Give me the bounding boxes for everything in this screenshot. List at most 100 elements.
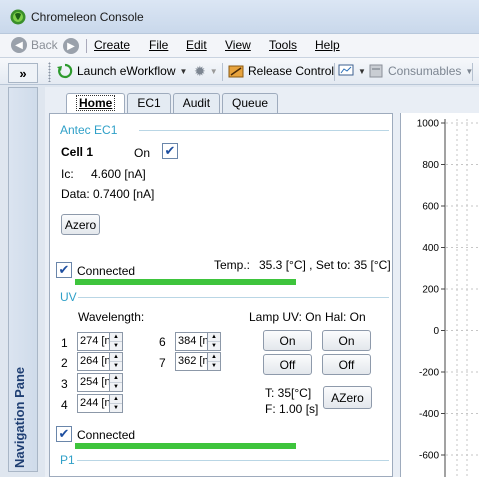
launch-eworkflow-button[interactable]: Launch eWorkflow ▼ (57, 63, 187, 79)
plot-area-svg: 1000 800 600 400 200 0 -200 -400 -600 (417, 119, 479, 477)
chromeleon-logo-icon (10, 9, 26, 25)
back-button[interactable]: ◀ Back (11, 37, 58, 53)
data-label: Data: (61, 187, 90, 201)
chevron-down-icon[interactable]: ▼ (110, 404, 122, 412)
wavelength-4-stepper[interactable]: 244 [nm] ▲▼ (77, 394, 123, 413)
antec-status-bar (75, 279, 296, 285)
forward-button[interactable]: ▶ (63, 38, 79, 54)
y-tick-label: -200 (419, 368, 439, 379)
menu-view[interactable]: View (225, 38, 251, 52)
channel-num: 6 (159, 335, 166, 349)
monitor-chart-icon (338, 64, 354, 76)
y-tick-label: 200 (422, 285, 439, 296)
menu-file[interactable]: File (149, 38, 168, 52)
tab-queue[interactable]: Queue (222, 93, 279, 113)
chevron-down-icon[interactable]: ▼ (208, 342, 220, 350)
toolbar-grip[interactable] (48, 62, 51, 82)
wavelength-7-stepper[interactable]: 362 [nm] ▲▼ (175, 352, 221, 371)
y-tick-label: -600 (419, 451, 439, 462)
wavelength-1-stepper[interactable]: 274 [nm] ▲▼ (77, 332, 123, 351)
chevron-down-icon[interactable]: ▼ (110, 342, 122, 350)
consumables-icon (369, 64, 383, 78)
channel-num: 3 (61, 377, 68, 391)
chevron-up-icon[interactable]: ▲ (110, 353, 122, 362)
disabled-gear-button[interactable]: ✹ ▼ (194, 63, 218, 80)
tab-strip: Home EC1 Audit Queue (66, 93, 280, 114)
cell-on-checkbox[interactable]: ✔ (162, 143, 178, 159)
tab-audit[interactable]: Audit (172, 93, 221, 113)
navigation-pane-label: Navigation Pane (12, 366, 27, 468)
section-title-p1: P1 (60, 453, 75, 467)
hal-status: Hal: On (325, 310, 366, 324)
wavelength-2-field[interactable]: 264 [nm] (77, 352, 110, 371)
y-tick-label: 600 (422, 202, 439, 213)
chevron-up-icon[interactable]: ▲ (110, 374, 122, 383)
channel-num: 4 (61, 398, 68, 412)
monitor-dropdown-button[interactable]: ▼ (338, 63, 366, 79)
release-control-icon (228, 65, 244, 78)
uv-connected-label: Connected (77, 428, 136, 442)
menu-separator (86, 39, 87, 53)
uv-frequency: F: 1.00 [s] (265, 402, 319, 416)
y-tick-label: 400 (422, 243, 439, 254)
wavelength-4-field[interactable]: 244 [nm] (77, 394, 110, 413)
refresh-cycle-icon (57, 63, 73, 79)
menu-help[interactable]: Help (315, 38, 340, 52)
ic-value: 4.600 [nA] (91, 167, 146, 181)
wavelength-1-field[interactable]: 274 [nm] (77, 332, 110, 351)
uv-temperature: T: 35[°C] (265, 386, 312, 400)
title-bar: Chromeleon Console (0, 0, 479, 34)
chevron-down-icon[interactable]: ▼ (110, 362, 122, 370)
channel-num: 7 (159, 356, 166, 370)
lamp-uv-on-button[interactable]: On (263, 330, 312, 351)
azero-button[interactable]: Azero (61, 214, 100, 235)
section-title-uv: UV (60, 290, 77, 304)
chevron-down-icon[interactable]: ▼ (208, 362, 220, 370)
lamp-uv-status: Lamp UV: On (249, 310, 322, 324)
channel-num: 2 (61, 356, 68, 370)
chevron-up-icon[interactable]: ▲ (110, 333, 122, 342)
hal-on-button[interactable]: On (322, 330, 371, 351)
release-control-button[interactable]: Release Control (228, 63, 334, 79)
chevron-down-icon[interactable]: ▼ (180, 67, 188, 76)
wavelength-3-stepper[interactable]: 254 [nm] ▲▼ (77, 373, 123, 392)
wavelength-3-field[interactable]: 254 [nm] (77, 373, 110, 392)
antec-connected-label: Connected (77, 264, 136, 278)
lamp-uv-off-button[interactable]: Off (263, 354, 312, 375)
checkmark-icon: ✔ (58, 262, 70, 277)
cell-label: Cell 1 (61, 145, 94, 159)
chevron-up-icon[interactable]: ▲ (208, 333, 220, 342)
checkmark-icon: ✔ (58, 426, 70, 441)
chevron-up-icon[interactable]: ▲ (110, 395, 122, 404)
ic-label: Ic: (61, 167, 74, 181)
wavelength-6-stepper[interactable]: 384 [nm] ▲▼ (175, 332, 221, 351)
chevron-down-icon: ▼ (358, 66, 366, 76)
toolbar-separator (472, 63, 473, 81)
gear-icon: ✹ (194, 63, 206, 79)
uv-azero-button[interactable]: AZero (323, 386, 372, 409)
menu-edit[interactable]: Edit (186, 38, 207, 52)
consumables-button[interactable]: Consumables ▼ (368, 63, 473, 79)
section-divider (139, 130, 389, 131)
antec-connected-checkbox[interactable]: ✔ (56, 262, 72, 278)
uv-connected-checkbox[interactable]: ✔ (56, 426, 72, 442)
navigation-toggle-button[interactable]: » (8, 63, 38, 83)
data-value: 0.7400 [nA] (93, 187, 155, 201)
hal-off-button[interactable]: Off (322, 354, 371, 375)
menu-create[interactable]: Create (94, 38, 130, 52)
chevron-down-icon[interactable]: ▼ (110, 383, 122, 391)
signal-plot[interactable]: 1000 800 600 400 200 0 -200 -400 -600 (400, 113, 479, 477)
wavelength-7-field[interactable]: 362 [nm] (175, 352, 208, 371)
tab-home[interactable]: Home (66, 93, 126, 114)
home-panel: Antec EC1 Cell 1 On ✔ Ic: 4.600 [nA] Dat… (49, 113, 393, 477)
window-title: Chromeleon Console (31, 10, 144, 24)
wavelength-2-stepper[interactable]: 264 [nm] ▲▼ (77, 352, 123, 371)
wavelength-6-field[interactable]: 384 [nm] (175, 332, 208, 351)
y-tick-label: -400 (419, 409, 439, 420)
navigation-pane[interactable]: Navigation Pane (8, 87, 38, 472)
menu-tools[interactable]: Tools (269, 38, 297, 52)
chevron-up-icon[interactable]: ▲ (208, 353, 220, 362)
tab-ec1[interactable]: EC1 (127, 93, 171, 113)
wavelength-label: Wavelength: (78, 310, 145, 324)
menu-bar: ◀ Back ▶ Create File Edit View Tools Hel… (0, 34, 479, 58)
